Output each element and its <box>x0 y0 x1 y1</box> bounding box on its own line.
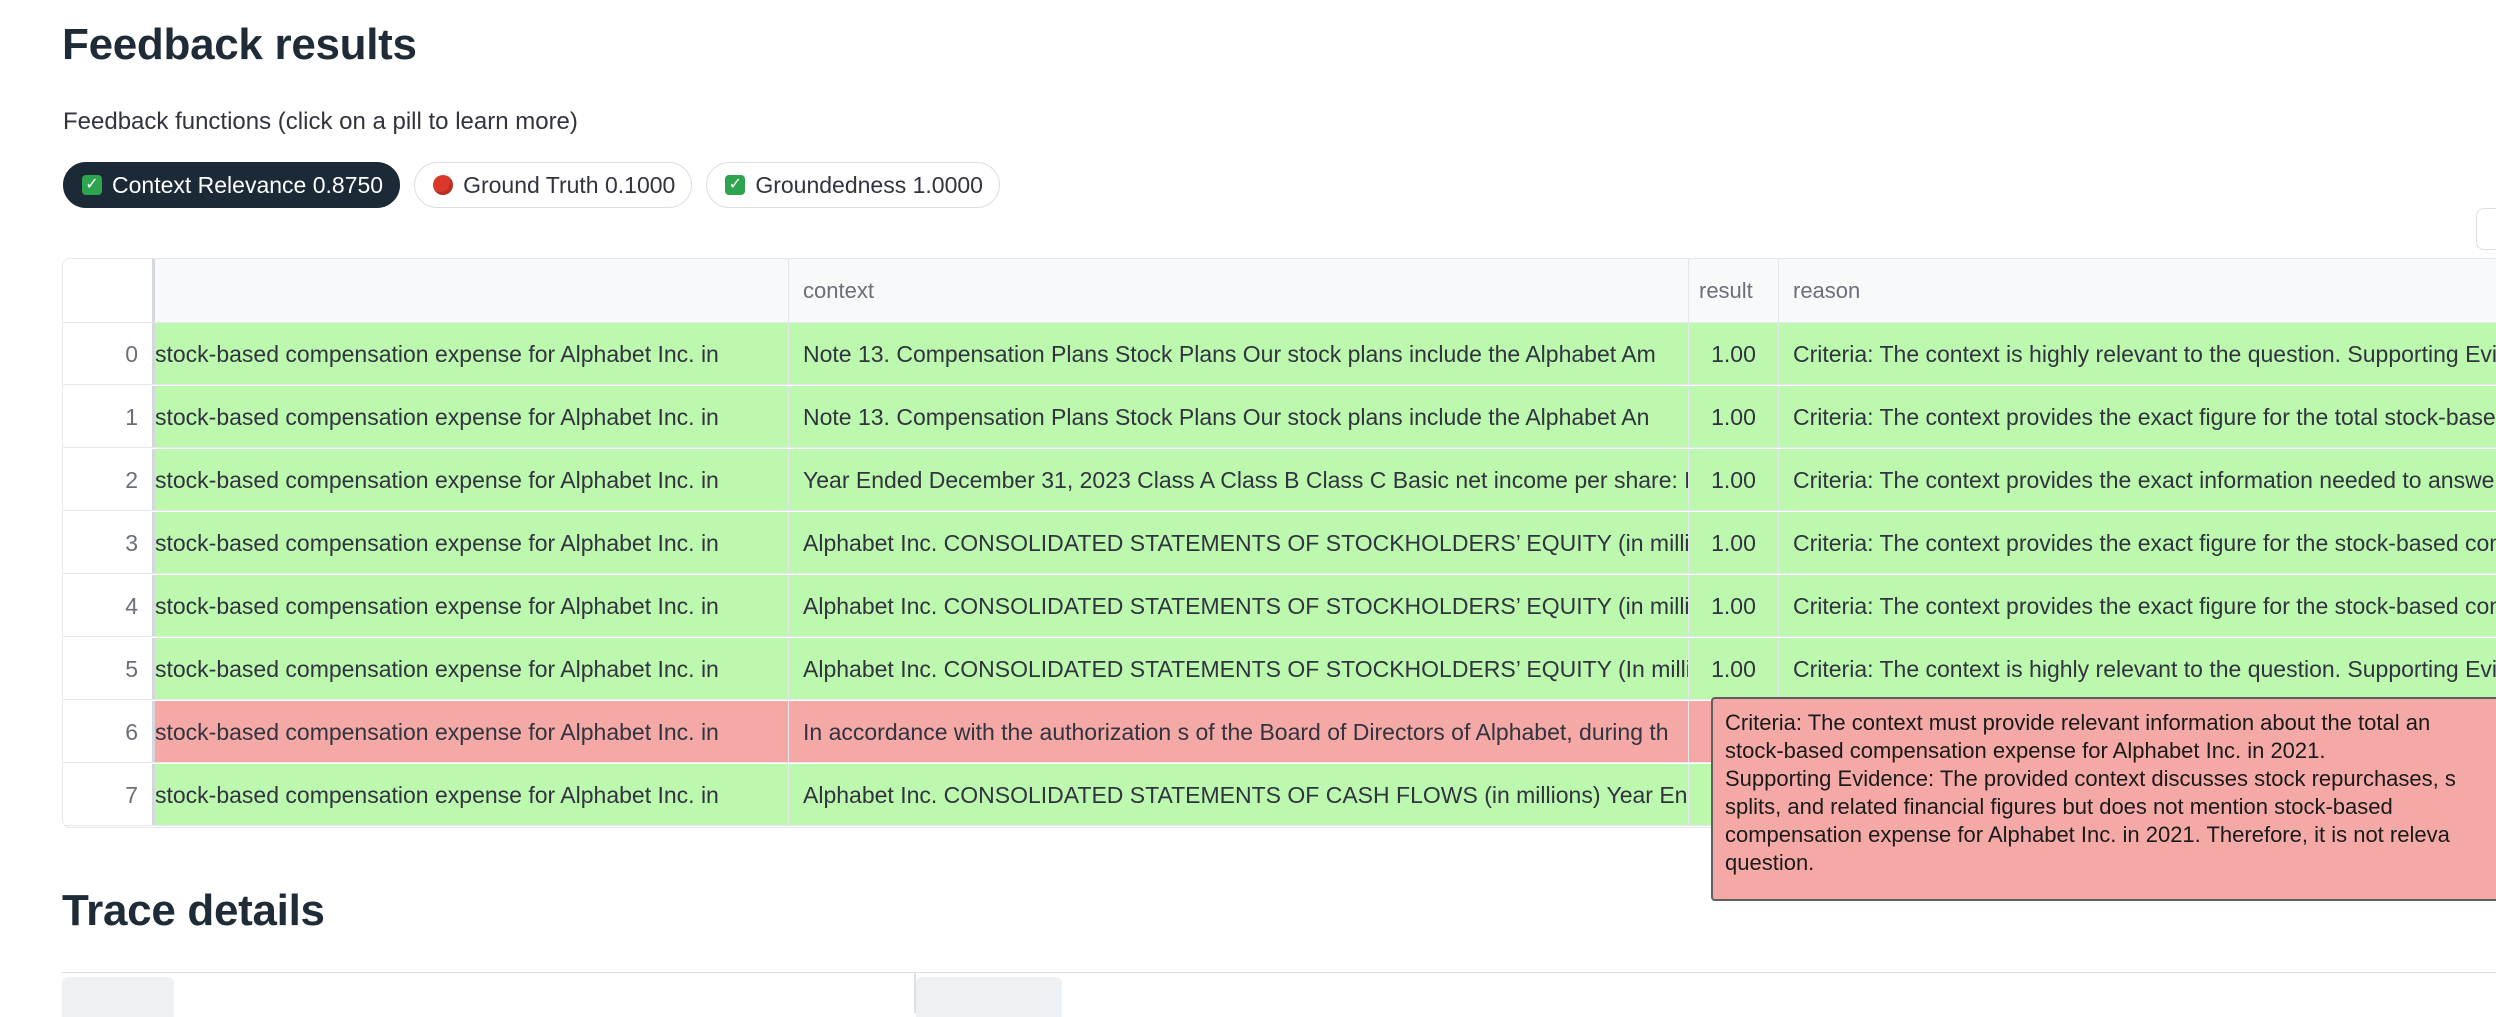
question-text: stock-based compensation expense for Alp… <box>155 404 719 430</box>
table-header: context result reason <box>63 259 2496 323</box>
row-index: 7 <box>63 764 155 825</box>
trace-panel <box>62 972 2496 1017</box>
table-row[interactable]: 5 stock-based compensation expense for Al… <box>63 638 2496 700</box>
tooltip-line: Supporting Evidence: The provided contex… <box>1725 766 2456 791</box>
context-cell[interactable]: Alphabet Inc. CONSOLIDATED STATEMENTS OF… <box>789 764 1689 825</box>
row-index: 0 <box>63 323 155 384</box>
header-question[interactable] <box>155 259 789 322</box>
table-row[interactable]: 1 stock-based compensation expense for Al… <box>63 386 2496 448</box>
reason-cell[interactable]: Criteria: The context is highly relevant… <box>1779 638 2496 699</box>
question-text: stock-based compensation expense for Alp… <box>155 467 719 493</box>
reason-cell[interactable]: Criteria: The context provides the exact… <box>1779 575 2496 636</box>
result-cell[interactable]: 1.00 <box>1689 575 1779 636</box>
result-cell[interactable]: 1.00 <box>1689 449 1779 510</box>
question-cell[interactable]: stock-based compensation expense for Alp… <box>155 323 789 384</box>
header-result[interactable]: result <box>1689 259 1779 322</box>
question-text: stock-based compensation expense for Alp… <box>155 656 719 682</box>
header-index <box>63 259 155 322</box>
sidebar-toggle[interactable] <box>2476 208 2496 250</box>
context-cell[interactable]: Year Ended December 31, 2023 Class A Cla… <box>789 449 1689 510</box>
pill-label: Ground Truth 0.1000 <box>463 171 676 198</box>
pill-label: Groundedness 1.0000 <box>755 171 983 198</box>
context-cell[interactable]: Note 13. Compensation Plans Stock Plans … <box>789 323 1689 384</box>
header-reason[interactable]: reason <box>1779 259 2496 322</box>
header-context[interactable]: context <box>789 259 1689 322</box>
context-cell[interactable]: In accordance with the authorization s o… <box>789 701 1689 762</box>
trace-details-heading: Trace details <box>62 886 325 935</box>
row-index: 1 <box>63 386 155 447</box>
context-cell[interactable]: Alphabet Inc. CONSOLIDATED STATEMENTS OF… <box>789 638 1689 699</box>
tooltip-line: question. <box>1725 850 1815 875</box>
tooltip-line: compensation expense for Alphabet Inc. i… <box>1725 822 2450 847</box>
reason-tooltip: Criteria: The context must provide relev… <box>1711 697 2496 901</box>
question-cell[interactable]: stock-based compensation expense for Alp… <box>155 575 789 636</box>
question-cell[interactable]: stock-based compensation expense for Alp… <box>155 701 789 762</box>
result-cell[interactable]: 1.00 <box>1689 638 1779 699</box>
feedback-pills: ✓ Context Relevance 0.8750 Ground Truth … <box>63 162 1000 208</box>
feedback-functions-label: Feedback functions (click on a pill to l… <box>63 108 578 135</box>
reason-cell[interactable]: Criteria: The context is highly relevant… <box>1779 323 2496 384</box>
result-cell[interactable]: 1.00 <box>1689 323 1779 384</box>
question-cell[interactable]: stock-based compensation expense for Alp… <box>155 449 789 510</box>
row-index: 2 <box>63 449 155 510</box>
result-cell[interactable]: 1.00 <box>1689 386 1779 447</box>
context-cell[interactable]: Alphabet Inc. CONSOLIDATED STATEMENTS OF… <box>789 575 1689 636</box>
row-index: 3 <box>63 512 155 573</box>
reason-cell[interactable]: Criteria: The context provides the exact… <box>1779 449 2496 510</box>
table-row[interactable]: 0 stock-based compensation expense for Al… <box>63 323 2496 385</box>
tooltip-line: Criteria: The context must provide relev… <box>1725 710 2431 735</box>
check-icon: ✓ <box>82 175 102 195</box>
table-row[interactable]: 4 stock-based compensation expense for Al… <box>63 575 2496 637</box>
question-text: stock-based compensation expense for Alp… <box>155 341 719 367</box>
pill-ground-truth[interactable]: Ground Truth 0.1000 <box>414 162 693 208</box>
check-icon: ✓ <box>725 175 746 195</box>
red-dot-icon <box>433 175 454 195</box>
pill-context-relevance[interactable]: ✓ Context Relevance 0.8750 <box>63 162 401 208</box>
question-cell[interactable]: stock-based compensation expense for Alp… <box>155 512 789 573</box>
pill-groundedness[interactable]: ✓ Groundedness 1.0000 <box>706 162 1000 208</box>
question-cell[interactable]: stock-based compensation expense for Alp… <box>155 764 789 825</box>
pill-label: Context Relevance 0.8750 <box>112 171 384 198</box>
trace-tab[interactable] <box>62 977 174 1017</box>
reason-cell[interactable]: Criteria: The context provides the exact… <box>1779 512 2496 573</box>
tooltip-line: splits, and related financial figures bu… <box>1725 794 2393 819</box>
row-index: 5 <box>63 638 155 699</box>
row-index: 6 <box>63 701 155 762</box>
row-index: 4 <box>63 575 155 636</box>
table-row[interactable]: 2 stock-based compensation expense for Al… <box>63 449 2496 511</box>
context-cell[interactable]: Alphabet Inc. CONSOLIDATED STATEMENTS OF… <box>789 512 1689 573</box>
question-text: stock-based compensation expense for Alp… <box>155 593 719 619</box>
question-cell[interactable]: stock-based compensation expense for Alp… <box>155 638 789 699</box>
question-text: stock-based compensation expense for Alp… <box>155 530 719 556</box>
feedback-results-heading: Feedback results <box>62 20 417 69</box>
tooltip-line: stock-based compensation expense for Alp… <box>1725 738 2326 763</box>
question-cell[interactable]: stock-based compensation expense for Alp… <box>155 386 789 447</box>
question-text: stock-based compensation expense for Alp… <box>155 782 719 808</box>
result-cell[interactable]: 1.00 <box>1689 512 1779 573</box>
context-cell[interactable]: Note 13. Compensation Plans Stock Plans … <box>789 386 1689 447</box>
trace-tab[interactable] <box>916 977 1062 1017</box>
question-text: stock-based compensation expense for Alp… <box>155 719 719 745</box>
table-row[interactable]: 3 stock-based compensation expense for Al… <box>63 512 2496 574</box>
reason-cell[interactable]: Criteria: The context provides the exact… <box>1779 386 2496 447</box>
